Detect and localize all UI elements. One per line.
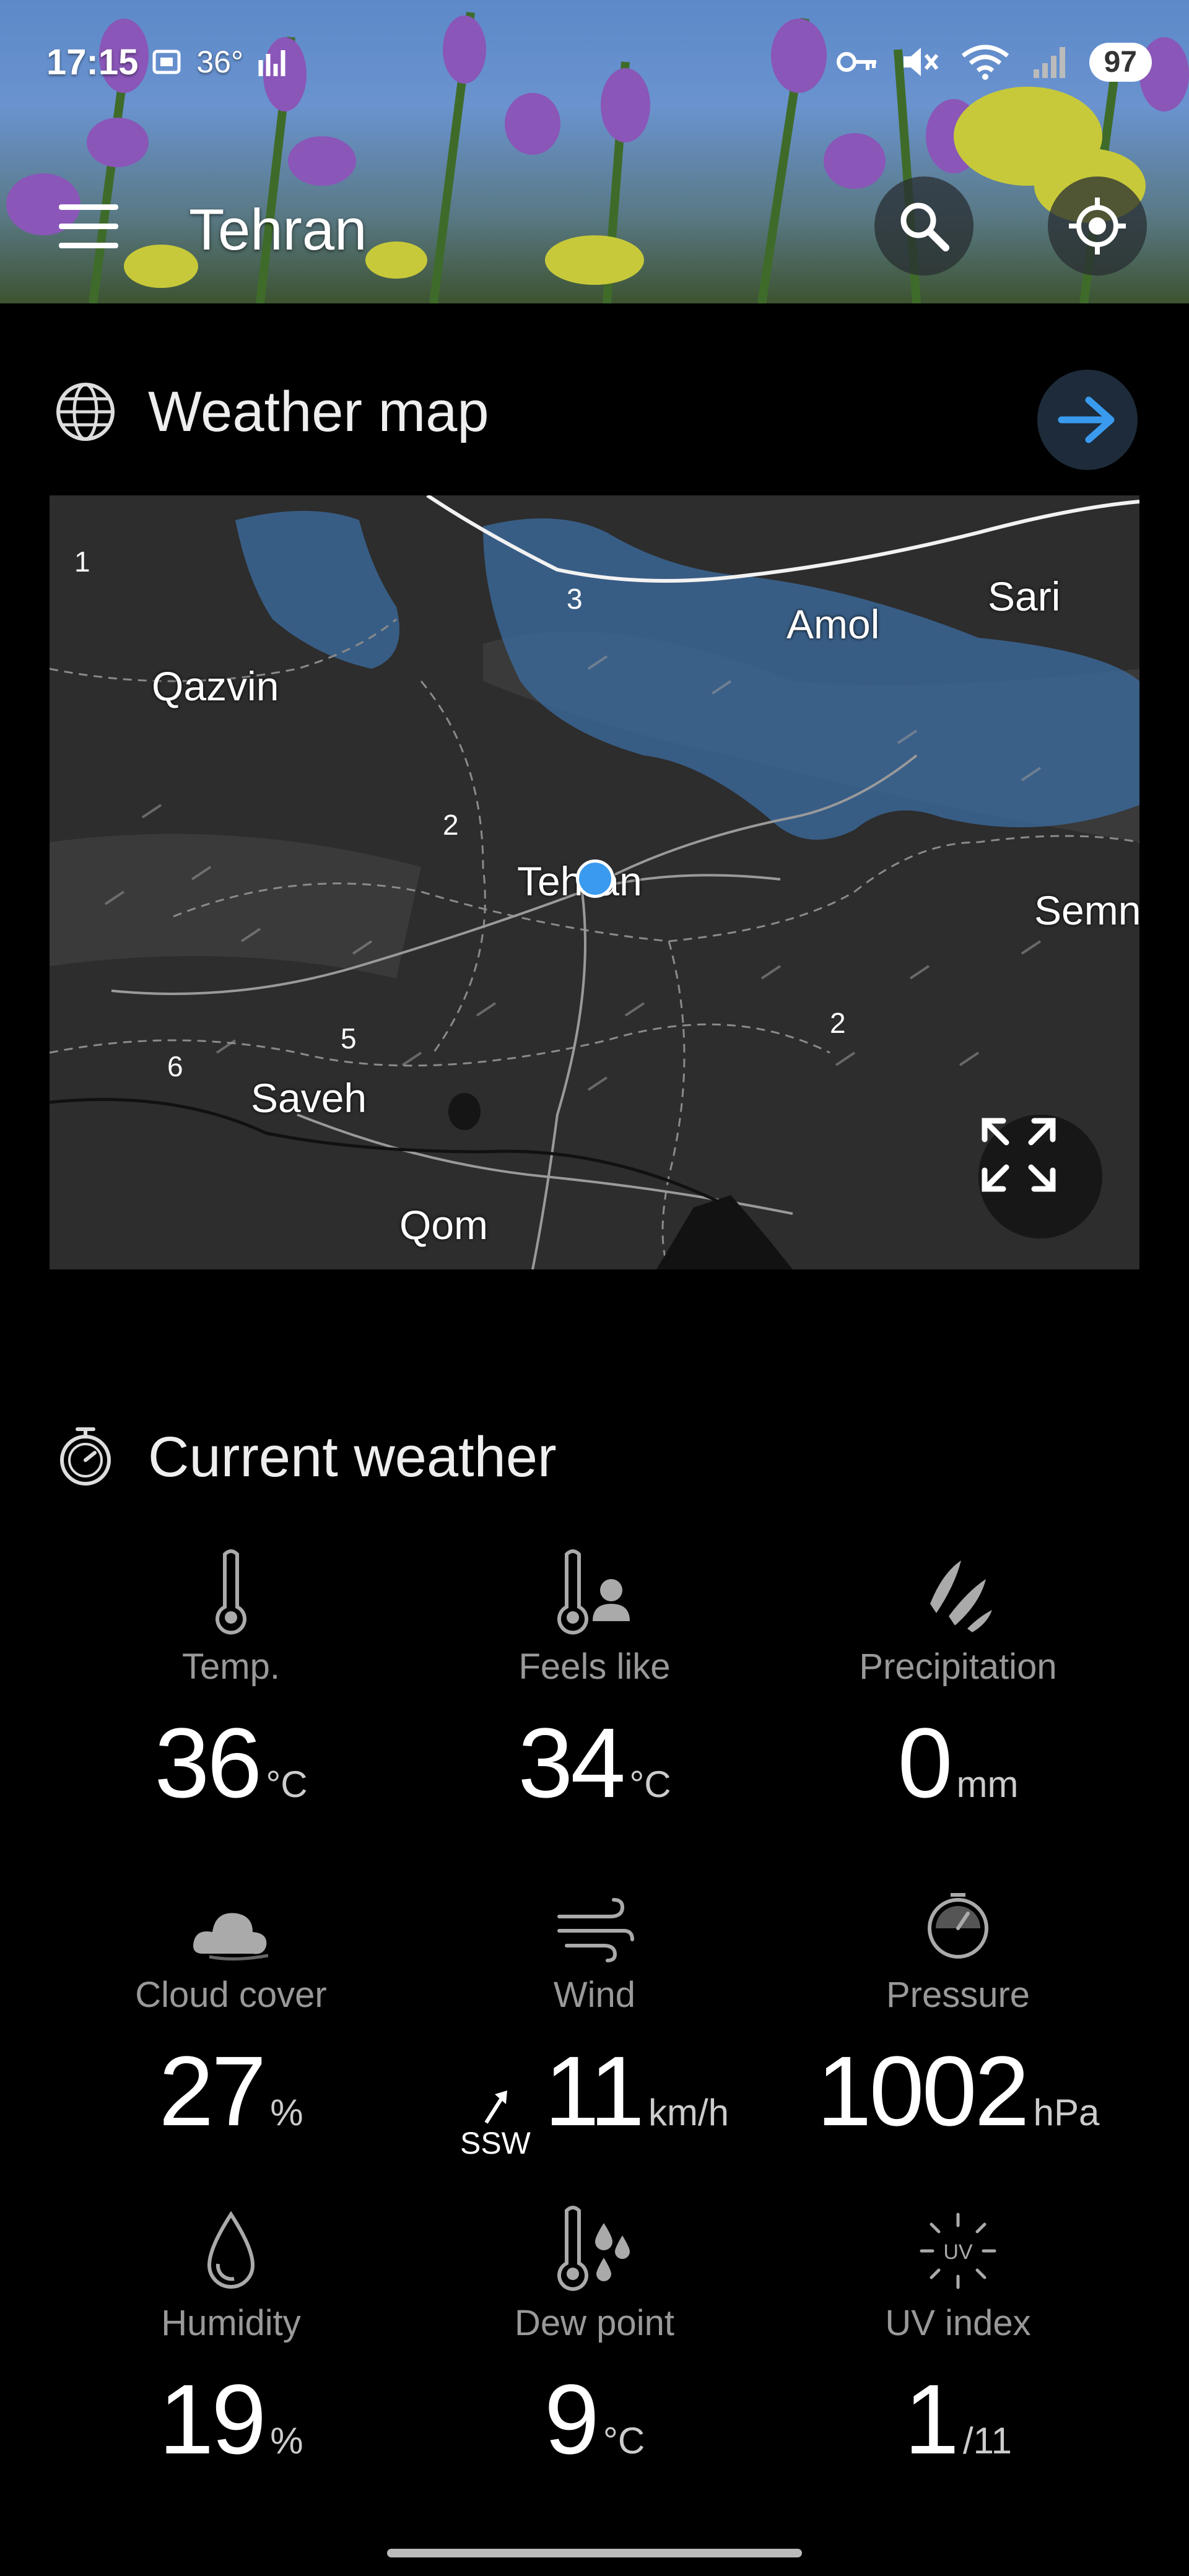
weather-map[interactable]: Amol Sari Qazvin Tehran Semn Saveh Qom 1…: [50, 495, 1139, 1269]
status-time: 17:15: [46, 41, 139, 82]
metric-label: Wind: [553, 1975, 636, 2015]
uv-icon: UV: [920, 2213, 996, 2289]
precipitation-icon: [930, 1560, 992, 1632]
metric-unit: °C: [629, 1764, 671, 1805]
thermometer-icon: [216, 1549, 246, 1635]
map-city-qom: Qom: [399, 1202, 489, 1248]
map-city-semnan: Semn: [1034, 887, 1139, 933]
cloud-icon: [193, 1913, 269, 1961]
svg-text:UV: UV: [943, 2240, 973, 2264]
metric-unit: hPa: [1033, 2092, 1100, 2133]
search-button[interactable]: [874, 176, 973, 276]
metric-unit: °C: [266, 1764, 308, 1805]
metric-unit: mm: [956, 1764, 1019, 1805]
metric-label: Humidity: [161, 2303, 301, 2343]
map-city-amol: Amol: [786, 601, 880, 647]
metric-unit: %: [270, 2420, 303, 2461]
current-weather-title: Current weather: [148, 1425, 557, 1489]
metric-unit: km/h: [648, 2092, 730, 2133]
metric-value: 27: [159, 2035, 266, 2146]
map-city-saveh: Saveh: [251, 1075, 367, 1121]
wind-direction: SSW: [460, 2088, 531, 2161]
map-city-qazvin: Qazvin: [152, 663, 279, 709]
metric-value: 19: [159, 2364, 266, 2474]
pressure-icon: [928, 1893, 988, 1959]
header-background: 17:15 36° 97 Tehran: [0, 0, 1189, 303]
mute-icon: [903, 48, 938, 76]
metric-value: 36: [154, 1707, 262, 1818]
metric-value: 9: [544, 2364, 599, 2474]
locate-button[interactable]: [1048, 176, 1147, 276]
stopwatch-icon: [60, 1427, 111, 1486]
metric-unit: /11: [963, 2420, 1012, 2461]
city-title: Tehran: [189, 197, 367, 262]
map-city-sari: Sari: [988, 573, 1061, 619]
metric-label: Temp.: [182, 1647, 280, 1687]
current-weather-heading: Current weather: [53, 1424, 557, 1490]
location-pin: [576, 859, 614, 898]
signal-icon: [1033, 47, 1065, 78]
screenshot-icon: [152, 50, 181, 74]
metric-value: 11: [544, 2035, 645, 2146]
metric-uv-index: UV UV index 1/11: [777, 2198, 1139, 2520]
metric-precipitation: Precipitation 0 mm: [777, 1542, 1139, 1864]
map-wind-value: 6: [167, 1050, 183, 1082]
metric-wind: Wind SSW 11 km/h: [413, 1870, 776, 2192]
key-icon: [836, 52, 876, 72]
metric-unit: °C: [603, 2420, 645, 2461]
wifi-icon: [961, 45, 1009, 80]
metric-pressure: Pressure 1002 hPa: [777, 1870, 1139, 2192]
metric-value: 34: [518, 1707, 625, 1818]
metric-label: UV index: [885, 2303, 1031, 2343]
status-bar: 17:15 36° 97: [46, 37, 1152, 87]
metric-value: 1002: [816, 2035, 1030, 2146]
humidity-icon: [207, 2211, 255, 2289]
home-indicator[interactable]: [387, 2549, 802, 2557]
map-wind-value: 1: [74, 546, 90, 578]
metric-dew-point: Dew point 9 °C: [413, 2198, 776, 2520]
metric-humidity: Humidity 19%: [50, 2198, 412, 2520]
wind-icon: [557, 1898, 634, 1962]
metric-label: Feels like: [518, 1647, 671, 1687]
metric-value: 1: [904, 2364, 959, 2474]
map-wind-value: 5: [341, 1022, 357, 1055]
metric-feels-like: Feels like 34 °C: [413, 1542, 776, 1864]
status-temp: 36°: [196, 45, 243, 79]
map-wind-value: 3: [567, 583, 583, 615]
wind-direction-arrow-icon: [484, 2091, 507, 2124]
metric-value: 0: [897, 1707, 953, 1818]
map-wind-value: 2: [830, 1007, 846, 1039]
locate-icon: [1069, 198, 1126, 255]
metric-temperature: Temp. 36 °C: [50, 1542, 412, 1864]
network-activity-icon: [258, 50, 285, 76]
feels-like-icon: [557, 1549, 630, 1635]
weather-map-heading: Weather map: [53, 379, 489, 445]
wind-direction-label: SSW: [459, 2126, 531, 2160]
arrow-right-icon: [1058, 396, 1115, 443]
expand-icon: [982, 1118, 1056, 1192]
metric-label: Precipitation: [859, 1647, 1057, 1687]
map-wind-value: 2: [443, 809, 459, 841]
battery-indicator: 97: [1089, 42, 1152, 82]
fullscreen-map-button[interactable]: [978, 1115, 1102, 1238]
menu-icon[interactable]: [59, 204, 118, 249]
metric-label: Dew point: [515, 2303, 674, 2343]
metric-label: Cloud cover: [135, 1975, 327, 2015]
open-map-button[interactable]: [1037, 370, 1138, 470]
app-toolbar: Tehran: [0, 170, 1189, 282]
dew-point-icon: [557, 2206, 630, 2291]
metric-unit: %: [270, 2092, 303, 2133]
weather-map-title: Weather map: [148, 380, 489, 443]
metric-cloud-cover: Cloud cover 27%: [50, 1870, 412, 2192]
metric-label: Pressure: [886, 1975, 1030, 2015]
search-icon: [900, 202, 949, 251]
globe-icon: [56, 383, 115, 441]
